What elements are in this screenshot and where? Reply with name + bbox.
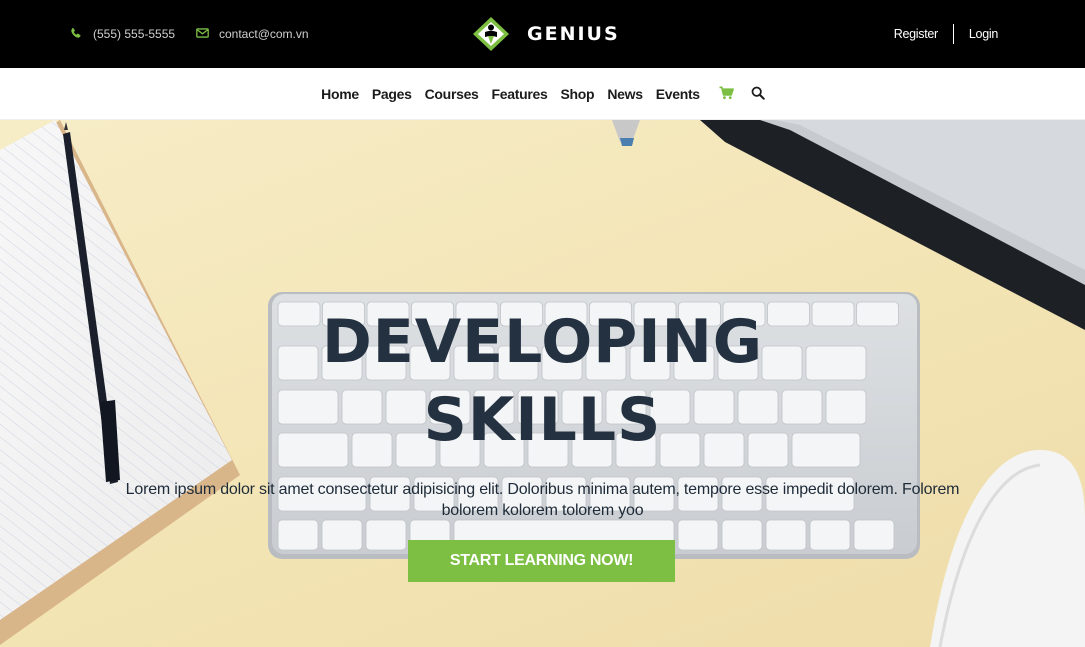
start-learning-button[interactable]: START LEARNING NOW! [408, 540, 675, 582]
nav-item-features[interactable]: Features [492, 86, 548, 102]
nav-item-courses[interactable]: Courses [425, 86, 479, 102]
nav-item-shop[interactable]: Shop [561, 86, 595, 102]
nav-item-news[interactable]: News [607, 86, 643, 102]
hero-description: Lorem ipsum dolor sit amet consectetur a… [125, 481, 960, 519]
main-nav: Home Pages Courses Features Shop News Ev… [0, 68, 1085, 120]
cart-icon[interactable] [719, 86, 735, 102]
hero-title-line1: DEVELOPING [321, 307, 764, 377]
logo-mark-icon [473, 17, 509, 51]
brand-name: GENIUS [527, 23, 620, 45]
phone-number: (555) 555-5555 [93, 27, 176, 41]
email-address: contact@com.vn [219, 27, 309, 41]
top-bar: (555) 555-5555 contact@com.vn GENIUS Reg… [0, 0, 1085, 68]
phone-contact[interactable]: (555) 555-5555 [70, 27, 175, 41]
nav-menu: Home Pages Courses Features Shop News Ev… [315, 86, 772, 102]
phone-icon [70, 27, 84, 41]
search-icon[interactable] [751, 86, 767, 102]
hero-section: DEVELOPING SKILLS Lorem ipsum dolor sit … [0, 120, 1085, 647]
hero-title-line2: SKILLS [423, 385, 662, 455]
auth-divider [952, 24, 954, 44]
nav-item-events[interactable]: Events [656, 86, 700, 102]
register-link[interactable]: Register [894, 27, 938, 41]
email-contact[interactable]: contact@com.vn [196, 27, 309, 41]
brand-logo[interactable]: GENIUS [471, 15, 620, 53]
envelope-icon [196, 27, 210, 41]
auth-links: Register Login [894, 24, 998, 44]
nav-item-pages[interactable]: Pages [372, 86, 412, 102]
login-link[interactable]: Login [969, 27, 998, 41]
nav-item-home[interactable]: Home [321, 86, 359, 102]
